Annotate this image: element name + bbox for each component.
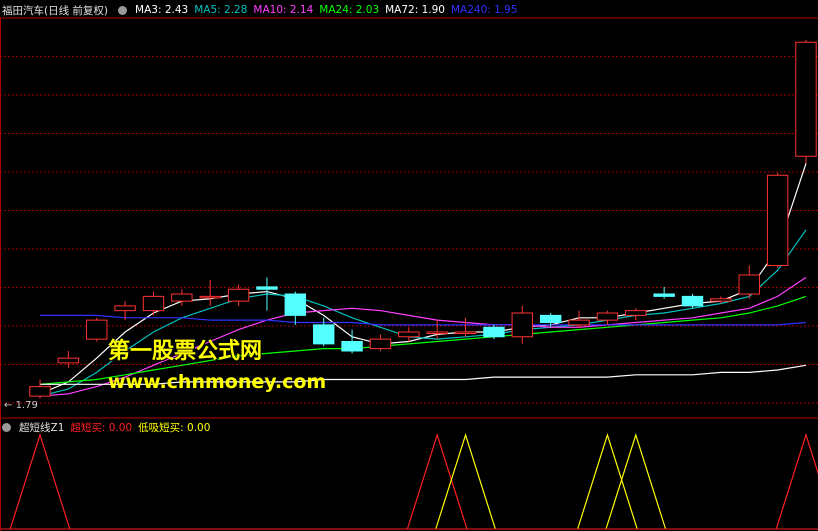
legend-ma72: MA72: 1.90 <box>385 4 445 16</box>
candle-down <box>681 295 704 307</box>
candle-up <box>369 338 392 350</box>
legend-ma240: MA240: 1.95 <box>450 4 518 16</box>
candle-up <box>227 288 250 302</box>
chart-title: 福田汽车(日线 前复权) <box>2 4 109 17</box>
legend-ma24: MA24: 2.03 <box>319 4 380 16</box>
candle-up <box>86 319 108 340</box>
candle-up <box>568 319 590 326</box>
candle-up <box>738 274 760 295</box>
candle-up <box>454 331 477 334</box>
candle-down <box>341 341 363 352</box>
legend-low-buy: 低吸短买: 0.00 <box>138 421 211 434</box>
candle-up <box>511 312 534 338</box>
candle-down <box>539 314 562 323</box>
candle-up <box>398 331 420 338</box>
candle-up <box>199 295 221 299</box>
candle-up <box>625 310 647 316</box>
candle-down <box>284 293 307 316</box>
indicator-title: 超短线Z1 <box>19 421 65 434</box>
candle-up <box>766 174 789 266</box>
legend-super-short-buy: 超短买: 0.00 <box>70 421 133 434</box>
candle-up <box>596 312 619 321</box>
low-marker: ← 1.79 <box>4 400 38 411</box>
stock-chart: ← 1.79 <box>0 0 818 531</box>
indicator-gear-icon[interactable] <box>2 422 11 432</box>
candle-down <box>483 326 505 338</box>
legend-ma3: MA3: 2.43 <box>135 4 189 16</box>
candle-up <box>426 331 448 334</box>
candle-up <box>29 386 51 397</box>
candle-down <box>653 293 675 297</box>
candle-up <box>57 357 80 364</box>
main-legend: 福田汽车(日线 前复权) MA3: 2.43 MA5: 2.28 MA10: 2… <box>0 2 518 18</box>
sub-legend: 超短线Z1 超短买: 0.00 低吸短买: 0.00 <box>0 419 210 435</box>
watermark-line-1: 第一股票公式网 <box>108 339 263 364</box>
candle-up <box>114 305 136 312</box>
watermark-line-2: www.chnmoney.com <box>108 371 327 393</box>
legend-ma5: MA5: 2.28 <box>194 4 248 16</box>
candle-down <box>312 324 335 345</box>
candle-up <box>142 295 165 312</box>
candle-up <box>795 41 817 157</box>
candle-up <box>171 293 193 302</box>
candle-up <box>710 298 732 302</box>
candle-down <box>256 286 278 290</box>
legend-ma10: MA10: 2.14 <box>253 4 314 16</box>
settings-gear-icon[interactable] <box>118 5 128 15</box>
